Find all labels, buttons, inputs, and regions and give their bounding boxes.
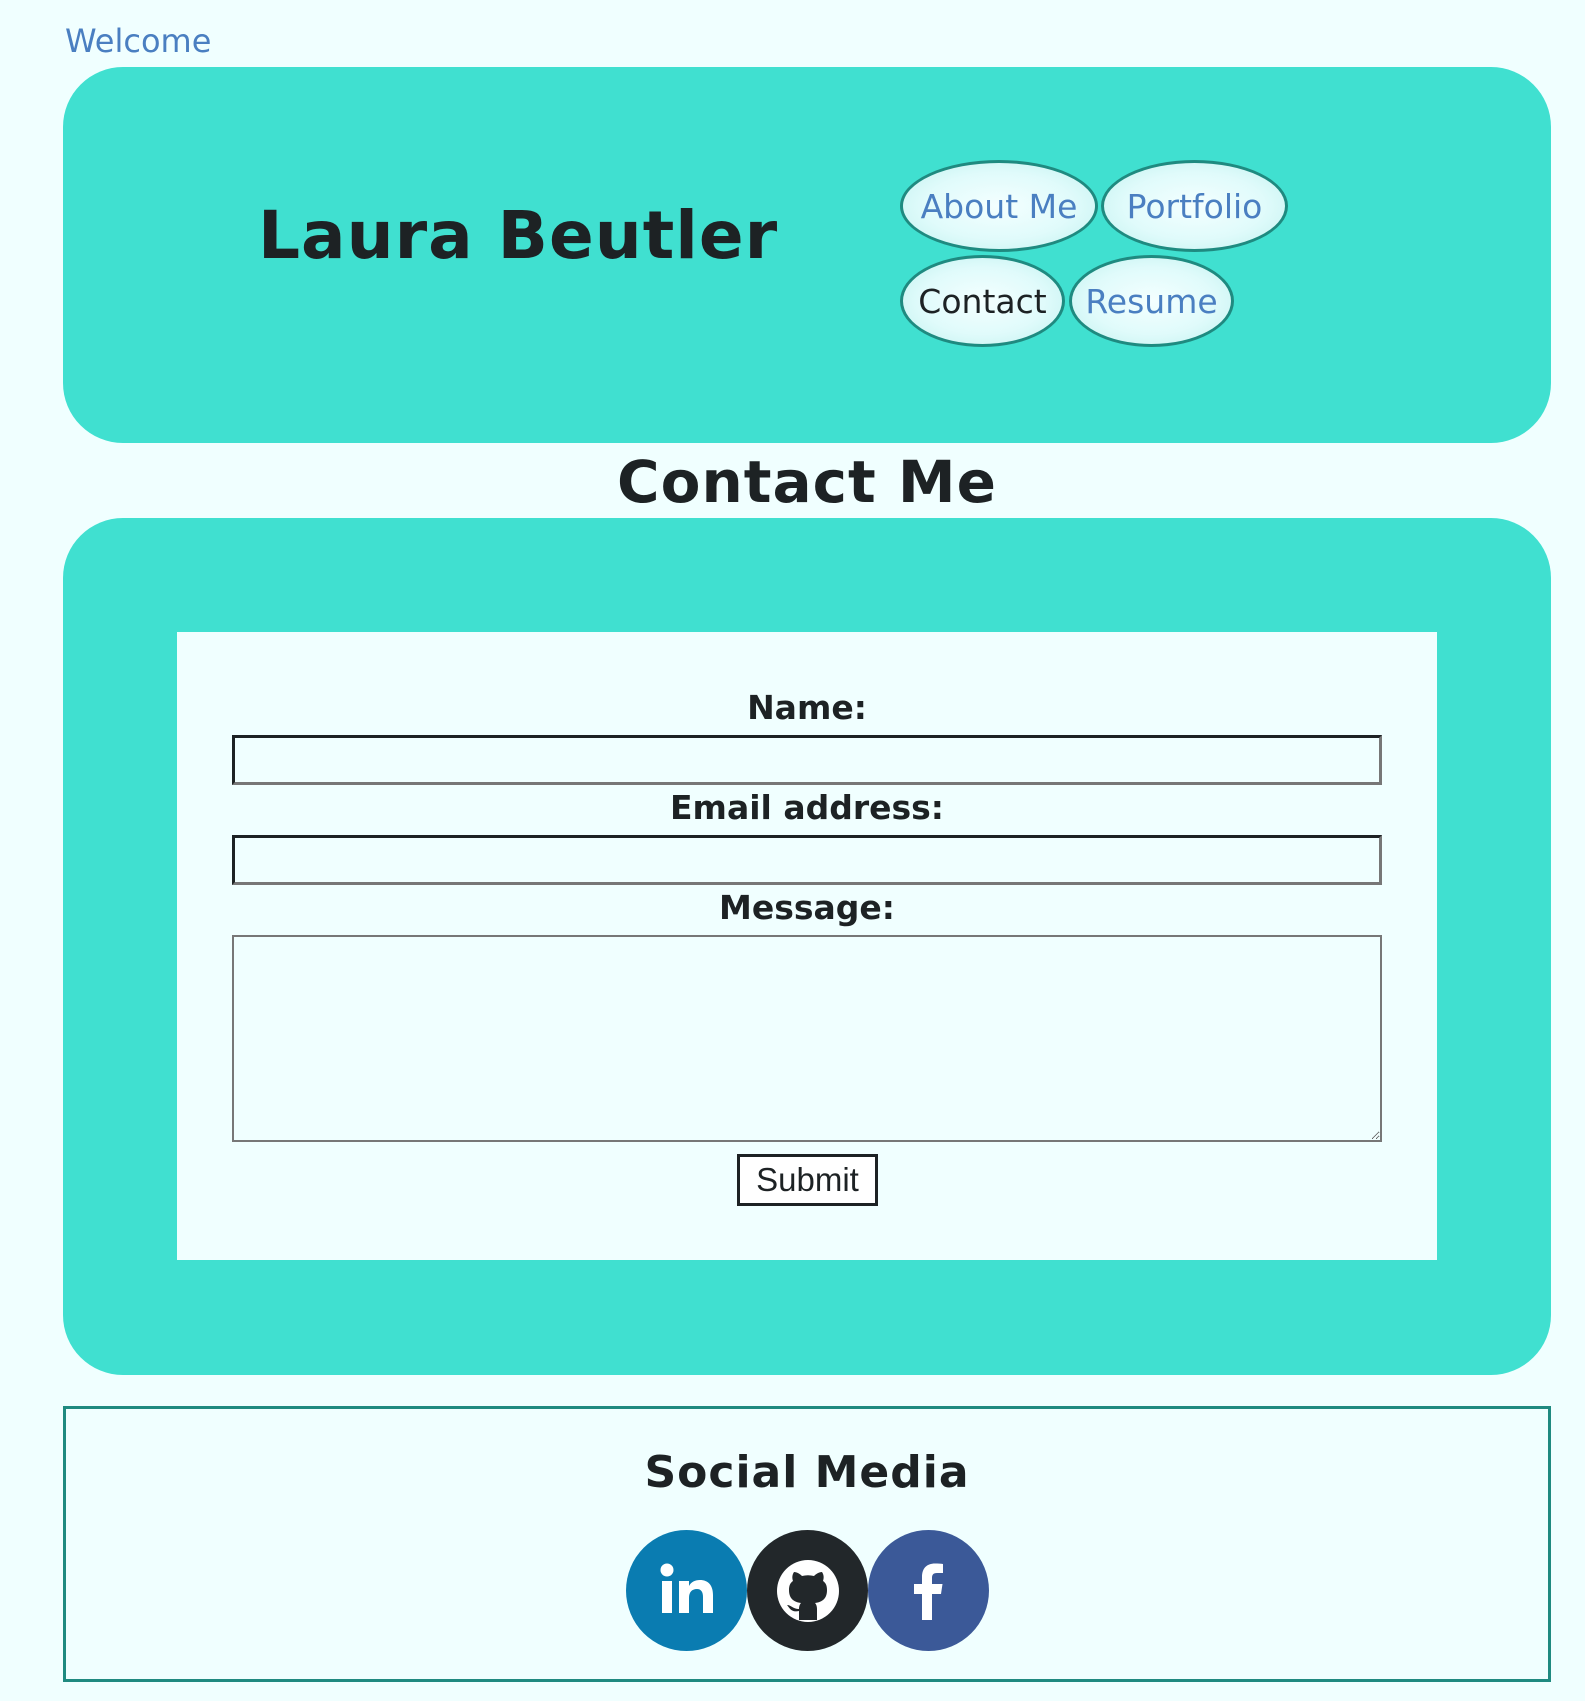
message-textarea[interactable] xyxy=(232,935,1382,1142)
email-label: Email address: xyxy=(670,788,944,827)
social-media-heading: Social Media xyxy=(644,1447,970,1498)
linkedin-glyph xyxy=(660,1563,713,1613)
message-label: Message: xyxy=(719,888,895,927)
nav-resume-button[interactable]: Resume xyxy=(1069,255,1234,347)
facebook-glyph xyxy=(913,1563,943,1620)
facebook-icon[interactable] xyxy=(868,1530,989,1651)
submit-button[interactable]: Submit xyxy=(737,1154,878,1206)
github-glyph xyxy=(776,1559,839,1622)
social-media-section: Social Media xyxy=(63,1406,1551,1682)
nav-portfolio-button[interactable]: Portfolio xyxy=(1101,160,1288,252)
linkedin-icon[interactable] xyxy=(626,1530,747,1651)
contact-panel: Name: Email address: Message: Submit xyxy=(63,518,1551,1375)
contact-form: Name: Email address: Message: Submit xyxy=(177,632,1437,1260)
nav-about-button[interactable]: About Me xyxy=(900,160,1098,252)
email-input[interactable] xyxy=(232,835,1382,885)
name-label: Name: xyxy=(747,688,867,727)
site-header: Laura Beutler About Me Portfolio Contact… xyxy=(63,67,1551,443)
site-name: Laura Beutler xyxy=(258,197,779,274)
name-input[interactable] xyxy=(232,735,1382,785)
contact-heading: Contact Me xyxy=(617,448,997,516)
welcome-link[interactable]: Welcome xyxy=(65,22,211,60)
nav-contact-button[interactable]: Contact xyxy=(900,255,1065,347)
github-icon[interactable] xyxy=(747,1530,868,1651)
